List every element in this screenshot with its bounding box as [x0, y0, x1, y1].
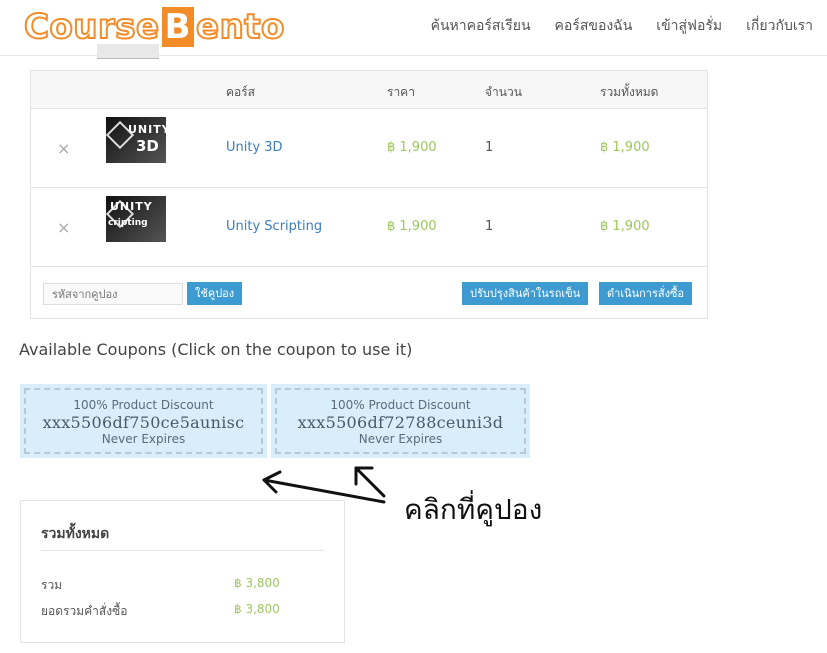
cart-totals-box: รวมทั้งหมด รวม ฿ 3,800 ยอดรวมคำสั่งซื้อ … — [20, 500, 345, 643]
totals-title: รวมทั้งหมด — [41, 526, 110, 542]
order-total-label: ยอดรวมคำสั่งซื้อ — [41, 604, 128, 618]
subtotal-value: ฿ 3,800 — [234, 576, 280, 590]
arrow-left — [262, 478, 386, 504]
subtotal-label: รวม — [41, 578, 63, 592]
arrow-up — [354, 466, 386, 498]
divider — [41, 550, 324, 551]
annotation-click-coupon: คลิกที่คูปอง — [404, 493, 543, 526]
order-total-value: ฿ 3,800 — [234, 602, 280, 616]
